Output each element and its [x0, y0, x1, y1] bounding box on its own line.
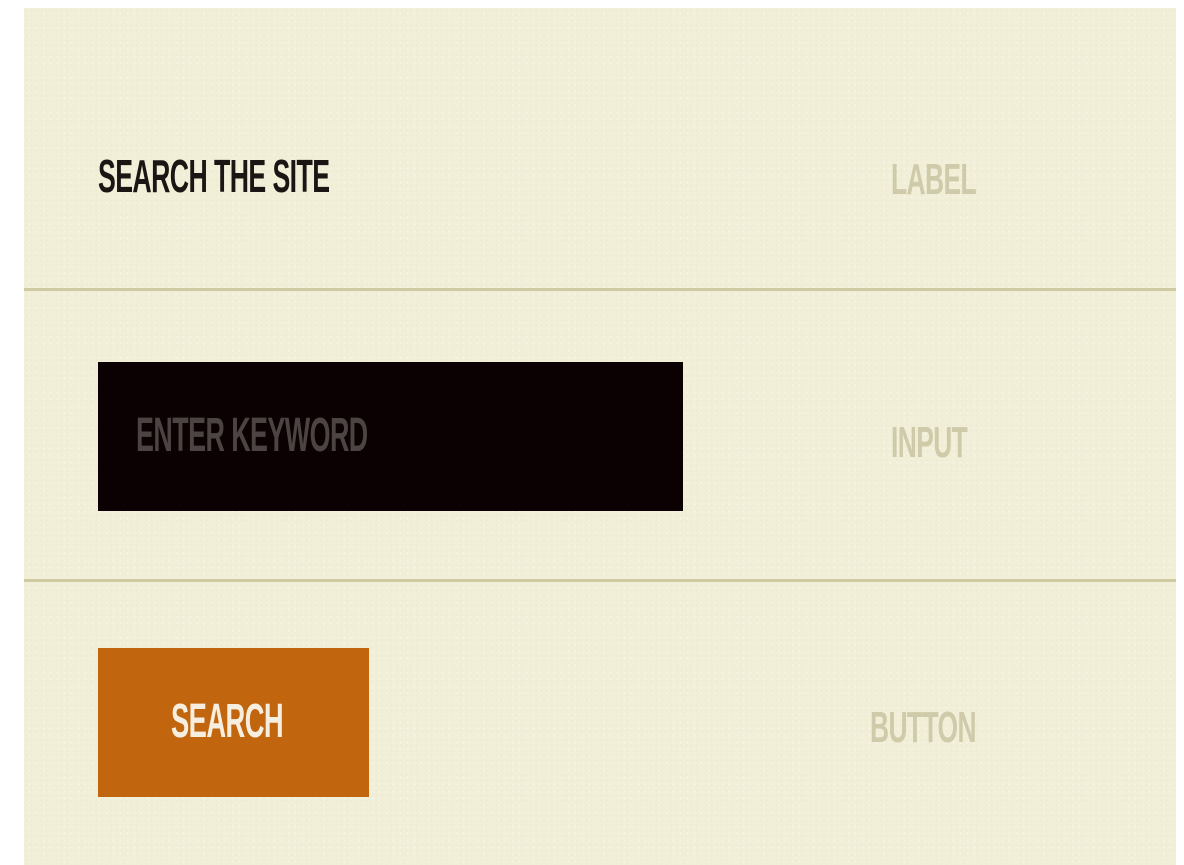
label-annotation: LABEL — [891, 155, 977, 204]
button-annotation: BUTTON — [870, 703, 977, 752]
search-heading-label: SEARCH THE SITE — [98, 150, 330, 202]
canvas: SEARCH THE SITE LABEL ENTER KEYWORD INPU… — [0, 0, 1184, 865]
search-button[interactable]: SEARCH — [98, 648, 369, 797]
divider-top — [24, 288, 1176, 291]
search-input-placeholder: ENTER KEYWORD — [136, 409, 368, 462]
divider-bottom — [24, 579, 1176, 582]
search-style-guide-panel: SEARCH THE SITE LABEL ENTER KEYWORD INPU… — [24, 8, 1176, 865]
search-button-label: SEARCH — [171, 695, 284, 748]
search-input[interactable]: ENTER KEYWORD — [98, 362, 683, 511]
input-annotation: INPUT — [891, 418, 968, 467]
